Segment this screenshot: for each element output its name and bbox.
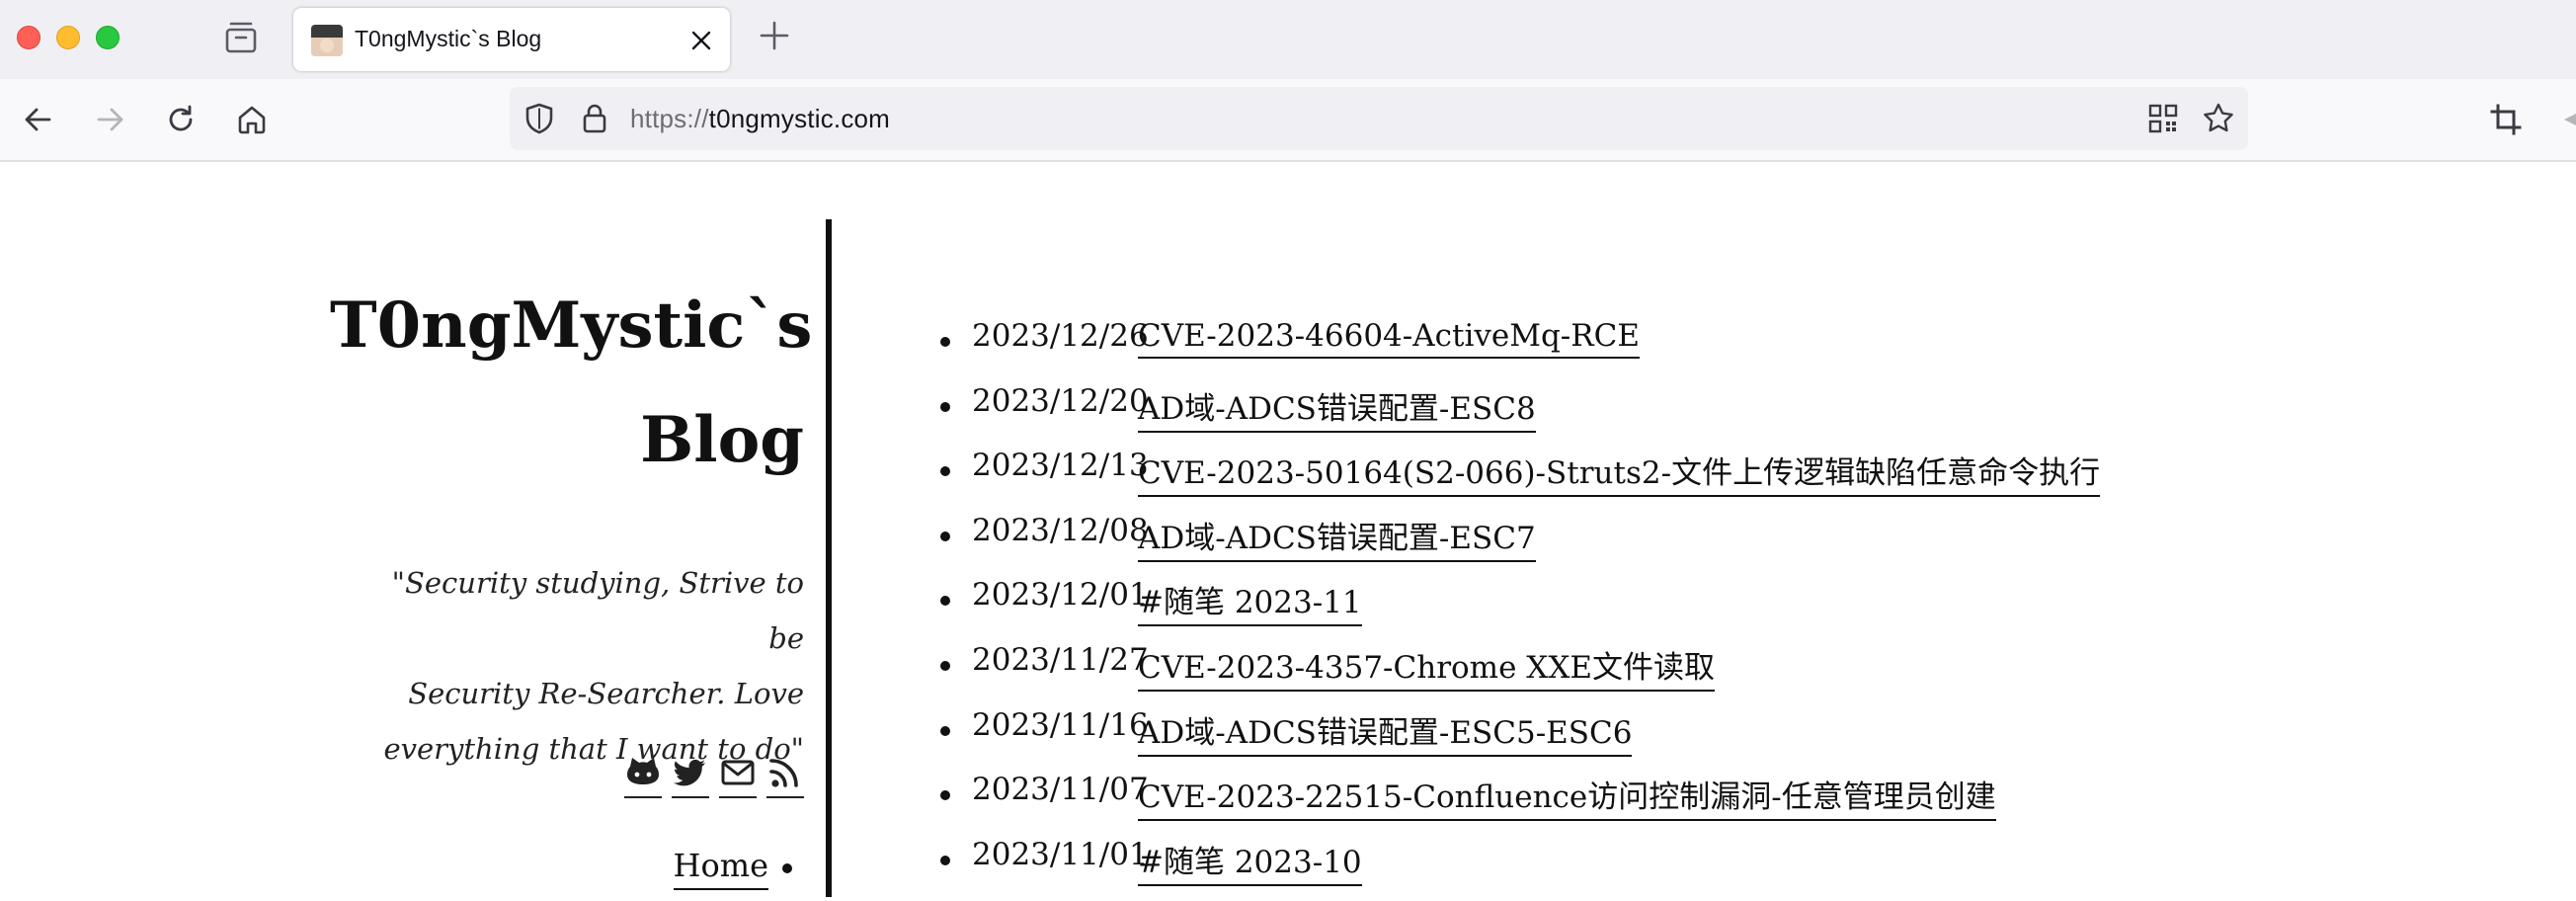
post-link[interactable]: AD域-ADCS错误配置-ESC7 [1138,513,1536,562]
address-bar[interactable]: https://t0ngmystic.com [510,87,2248,150]
forward-icon[interactable] [91,101,128,138]
tab-bar: T0ngMystic`s Blog [0,0,2576,79]
rss-icon[interactable] [766,753,804,798]
site-tagline: "Security studying, Strive to be Securit… [379,555,804,777]
social-links [624,753,804,798]
post-link[interactable]: CVE-2023-22515-Confluence访问控制漏洞-任意管理员创建 [1138,772,1996,822]
post-date: 2023/11/27 [972,641,1149,678]
back-icon[interactable] [20,101,57,138]
qr-code-icon[interactable] [2145,101,2181,136]
post-link[interactable]: AD域-ADCS错误配置-ESC5-ESC6 [1138,707,1633,757]
bookmark-star-icon[interactable] [2201,101,2236,136]
site-title-line2: Blog [640,403,804,477]
navigation-toolbar: https://t0ngmystic.com [0,79,2576,162]
url-host: t0ngmystic.com [708,104,891,133]
post-date: 2023/12/08 [972,512,1149,548]
nav-bullet [782,863,792,873]
post-date: 2023/12/26 [972,318,1149,354]
sidebar-nav: Home [673,847,792,890]
github-icon[interactable] [624,753,662,798]
post-link[interactable]: CVE-2023-50164(S2-066)-Struts2-文件上传逻辑缺陷任… [1138,448,2101,498]
close-tab-icon[interactable] [688,28,714,53]
tagline-line1: "Security studying, Strive to be [391,566,804,655]
window-maximize-button[interactable] [96,26,120,49]
post-date: 2023/11/07 [972,772,1149,808]
post-link[interactable]: AD域-ADCS错误配置-ESC8 [1138,383,1536,433]
url-protocol: https:// [630,104,709,133]
twitter-icon[interactable] [672,753,709,798]
sidebar: T0ngMystic`s Blog "Security studying, St… [330,219,832,897]
new-tab-icon[interactable] [759,20,790,51]
window-close-button[interactable] [17,26,40,49]
overflow-menu-icon[interactable] [2556,101,2576,138]
nav-home-link[interactable]: Home [673,847,768,890]
post-date: 2023/12/01 [972,577,1149,614]
site-title-line1: T0ngMystic`s [330,288,813,363]
post-link[interactable]: CVE-2023-4357-Chrome XXE文件读取 [1138,642,1716,692]
screenshot-icon[interactable] [2487,101,2525,138]
site-favicon-icon [311,25,343,56]
tab-overview-icon[interactable] [221,20,261,55]
post-date: 2023/12/20 [972,382,1149,419]
window-minimize-button[interactable] [56,26,80,49]
mail-icon[interactable] [719,753,757,798]
reload-icon[interactable] [162,101,200,138]
active-tab[interactable]: T0ngMystic`s Blog [293,8,730,71]
lock-icon[interactable] [577,101,612,136]
post-date: 2023/11/16 [972,706,1149,743]
post-link[interactable]: #随笔 2023-10 [1138,837,1362,886]
post-date: 2023/12/13 [972,448,1149,484]
post-link[interactable]: #随笔 2023-11 [1138,577,1362,627]
tagline-line2: Security Re-Searcher. Love [408,677,804,710]
shield-icon[interactable] [522,101,557,136]
post-link[interactable]: CVE-2023-46604-ActiveMq-RCE [1138,318,1640,359]
url-text[interactable]: https://t0ngmystic.com [630,104,890,134]
post-date: 2023/11/01 [972,836,1149,872]
home-icon[interactable] [233,101,271,138]
site-title[interactable]: T0ngMystic`s Blog [330,269,813,498]
tab-title: T0ngMystic`s Blog [355,26,542,51]
